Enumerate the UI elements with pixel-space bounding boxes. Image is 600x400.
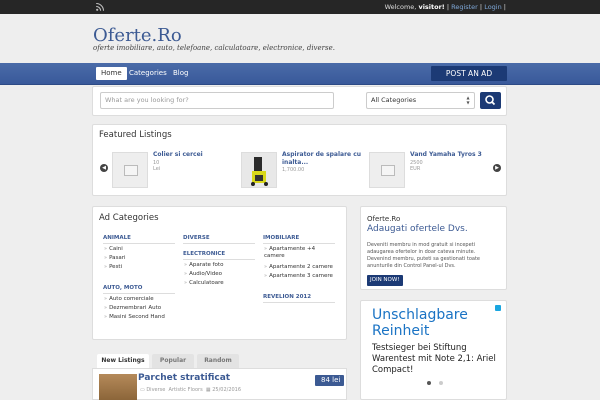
listing-item[interactable]: Parchet stratificat ▭ Diverse Artistic F… [92, 368, 347, 400]
subcategory-link[interactable]: Auto comerciale [104, 296, 176, 303]
welcome-text: Welcome, visitor! | Register | Login | [384, 3, 506, 11]
featured-item-price: 1,700.00 [282, 167, 305, 173]
join-now-button[interactable]: JOIN NOW! [367, 275, 403, 286]
advertisement[interactable]: Unschlagbare Reinheit Testsieger bei Sti… [360, 300, 507, 400]
subcategory-link[interactable]: Apartamente +4 camere [264, 246, 336, 260]
top-bar: Welcome, visitor! | Register | Login | [0, 0, 600, 14]
carousel-prev-icon[interactable]: ◀ [100, 164, 108, 172]
category-select[interactable]: All Categories ▲ ▼ [366, 92, 475, 109]
ad-text[interactable]: Testsieger bei Stiftung Warentest mit No… [372, 343, 502, 376]
category-auto-moto[interactable]: AUTO, MOTO [103, 285, 175, 294]
subcategory-link[interactable]: Caini [104, 246, 176, 253]
subcategory-link[interactable]: Dezmembrari Auto [104, 305, 176, 312]
subcategory-link[interactable]: Calculatoare [184, 280, 256, 287]
subcategory-link[interactable]: Masini Second Hand [104, 314, 176, 321]
login-link[interactable]: Login [484, 3, 502, 11]
site-title[interactable]: Oferte.Ro [93, 25, 182, 46]
featured-listings-panel: Featured Listings ◀ Colier si cercei 10 … [92, 124, 507, 196]
post-ad-button[interactable]: POST AN AD [431, 66, 507, 81]
featured-item-name[interactable]: Colier si cercei [153, 151, 253, 159]
subcategory-link[interactable]: Apartamente 2 camere [264, 264, 336, 271]
listing-date: 25/02/2016 [212, 387, 242, 393]
category-diverse[interactable]: DIVERSE [183, 235, 255, 244]
listing-author[interactable]: Artistic Floors [169, 387, 203, 393]
tab-new-listings[interactable]: New Listings [97, 354, 149, 368]
category-electronice[interactable]: ELECTRONICE [183, 251, 255, 260]
listing-meta: ▭ Diverse Artistic Floors ▦ 25/02/2016 [140, 387, 241, 393]
price-tag: 84 lei [315, 375, 345, 386]
subcategory-link[interactable]: Pesti [104, 264, 176, 271]
subcategory-link[interactable]: Audio/Video [184, 271, 256, 278]
calendar-icon: ▦ [205, 387, 211, 393]
promo-site-name: Oferte.Ro [367, 215, 401, 223]
search-panel: What are you looking for? All Categories… [92, 86, 507, 116]
carousel-next-icon[interactable]: ▶ [493, 164, 501, 172]
subcategory-link[interactable]: Pasari [104, 255, 176, 262]
promo-title: Adaugati ofertele Dvs. [367, 224, 468, 234]
join-promo-panel: Oferte.Ro Adaugati ofertele Dvs. Devenit… [360, 206, 507, 290]
category-animale[interactable]: ANIMALE [103, 235, 175, 244]
featured-item-name[interactable]: Vand Yamaha Tyros 3 [410, 151, 510, 159]
ad-categories-panel: Ad Categories ANIMALE Caini Pasari Pesti… [92, 206, 347, 340]
subcategory-link[interactable]: Apartamente 3 camere [264, 273, 336, 280]
search-input[interactable]: What are you looking for? [100, 92, 334, 109]
tab-random[interactable]: Random [197, 354, 239, 368]
featured-item-image [241, 152, 277, 188]
tab-popular[interactable]: Popular [152, 354, 194, 368]
ad-dot-indicator[interactable] [439, 381, 443, 385]
username: visitor! [418, 3, 445, 11]
featured-item-price: 10 Lei [153, 160, 161, 172]
image-placeholder-icon [369, 152, 405, 188]
welcome-prefix: Welcome, [384, 3, 417, 11]
ad-title[interactable]: Unschlagbare Reinheit [372, 307, 502, 339]
site-tagline: oferte imobiliare, auto, telefoane, calc… [93, 44, 335, 52]
search-icon [485, 95, 496, 106]
promo-text: Deveniti membru in mod gratuit si incepe… [367, 242, 480, 269]
listing-title[interactable]: Parchet stratificat [138, 373, 230, 383]
folder-icon: ▭ [140, 387, 145, 393]
featured-item-price: 2500 EUR [410, 160, 423, 172]
nav-blog[interactable]: Blog [168, 67, 193, 80]
site-header: Oferte.Ro oferte imobiliare, auto, telef… [0, 14, 600, 63]
select-arrows-icon: ▲ ▼ [466, 95, 470, 105]
subcategory-link[interactable]: Aparate foto [184, 262, 256, 269]
featured-title: Featured Listings [99, 130, 172, 140]
image-placeholder-icon [112, 152, 148, 188]
register-link[interactable]: Register [451, 3, 478, 11]
featured-item-name[interactable]: Aspirator de spalare cu inalta... [282, 151, 382, 167]
category-revelion[interactable]: REVELION 2012 [263, 294, 335, 303]
listing-category[interactable]: Diverse [146, 387, 165, 393]
listings-tabs: New Listings Popular Random Parchet stra… [92, 350, 347, 400]
nav-categories[interactable]: Categories [124, 67, 172, 80]
rss-icon[interactable] [96, 3, 104, 11]
listing-image[interactable] [99, 374, 137, 400]
category-select-value: All Categories [371, 96, 417, 104]
categories-title: Ad Categories [99, 213, 159, 223]
main-nav: Home Categories Blog [0, 63, 600, 85]
nav-home[interactable]: Home [96, 67, 127, 80]
search-button[interactable] [480, 92, 501, 109]
category-imobiliare[interactable]: IMOBILIARE [263, 235, 335, 244]
ad-dot-indicator[interactable] [427, 381, 431, 385]
